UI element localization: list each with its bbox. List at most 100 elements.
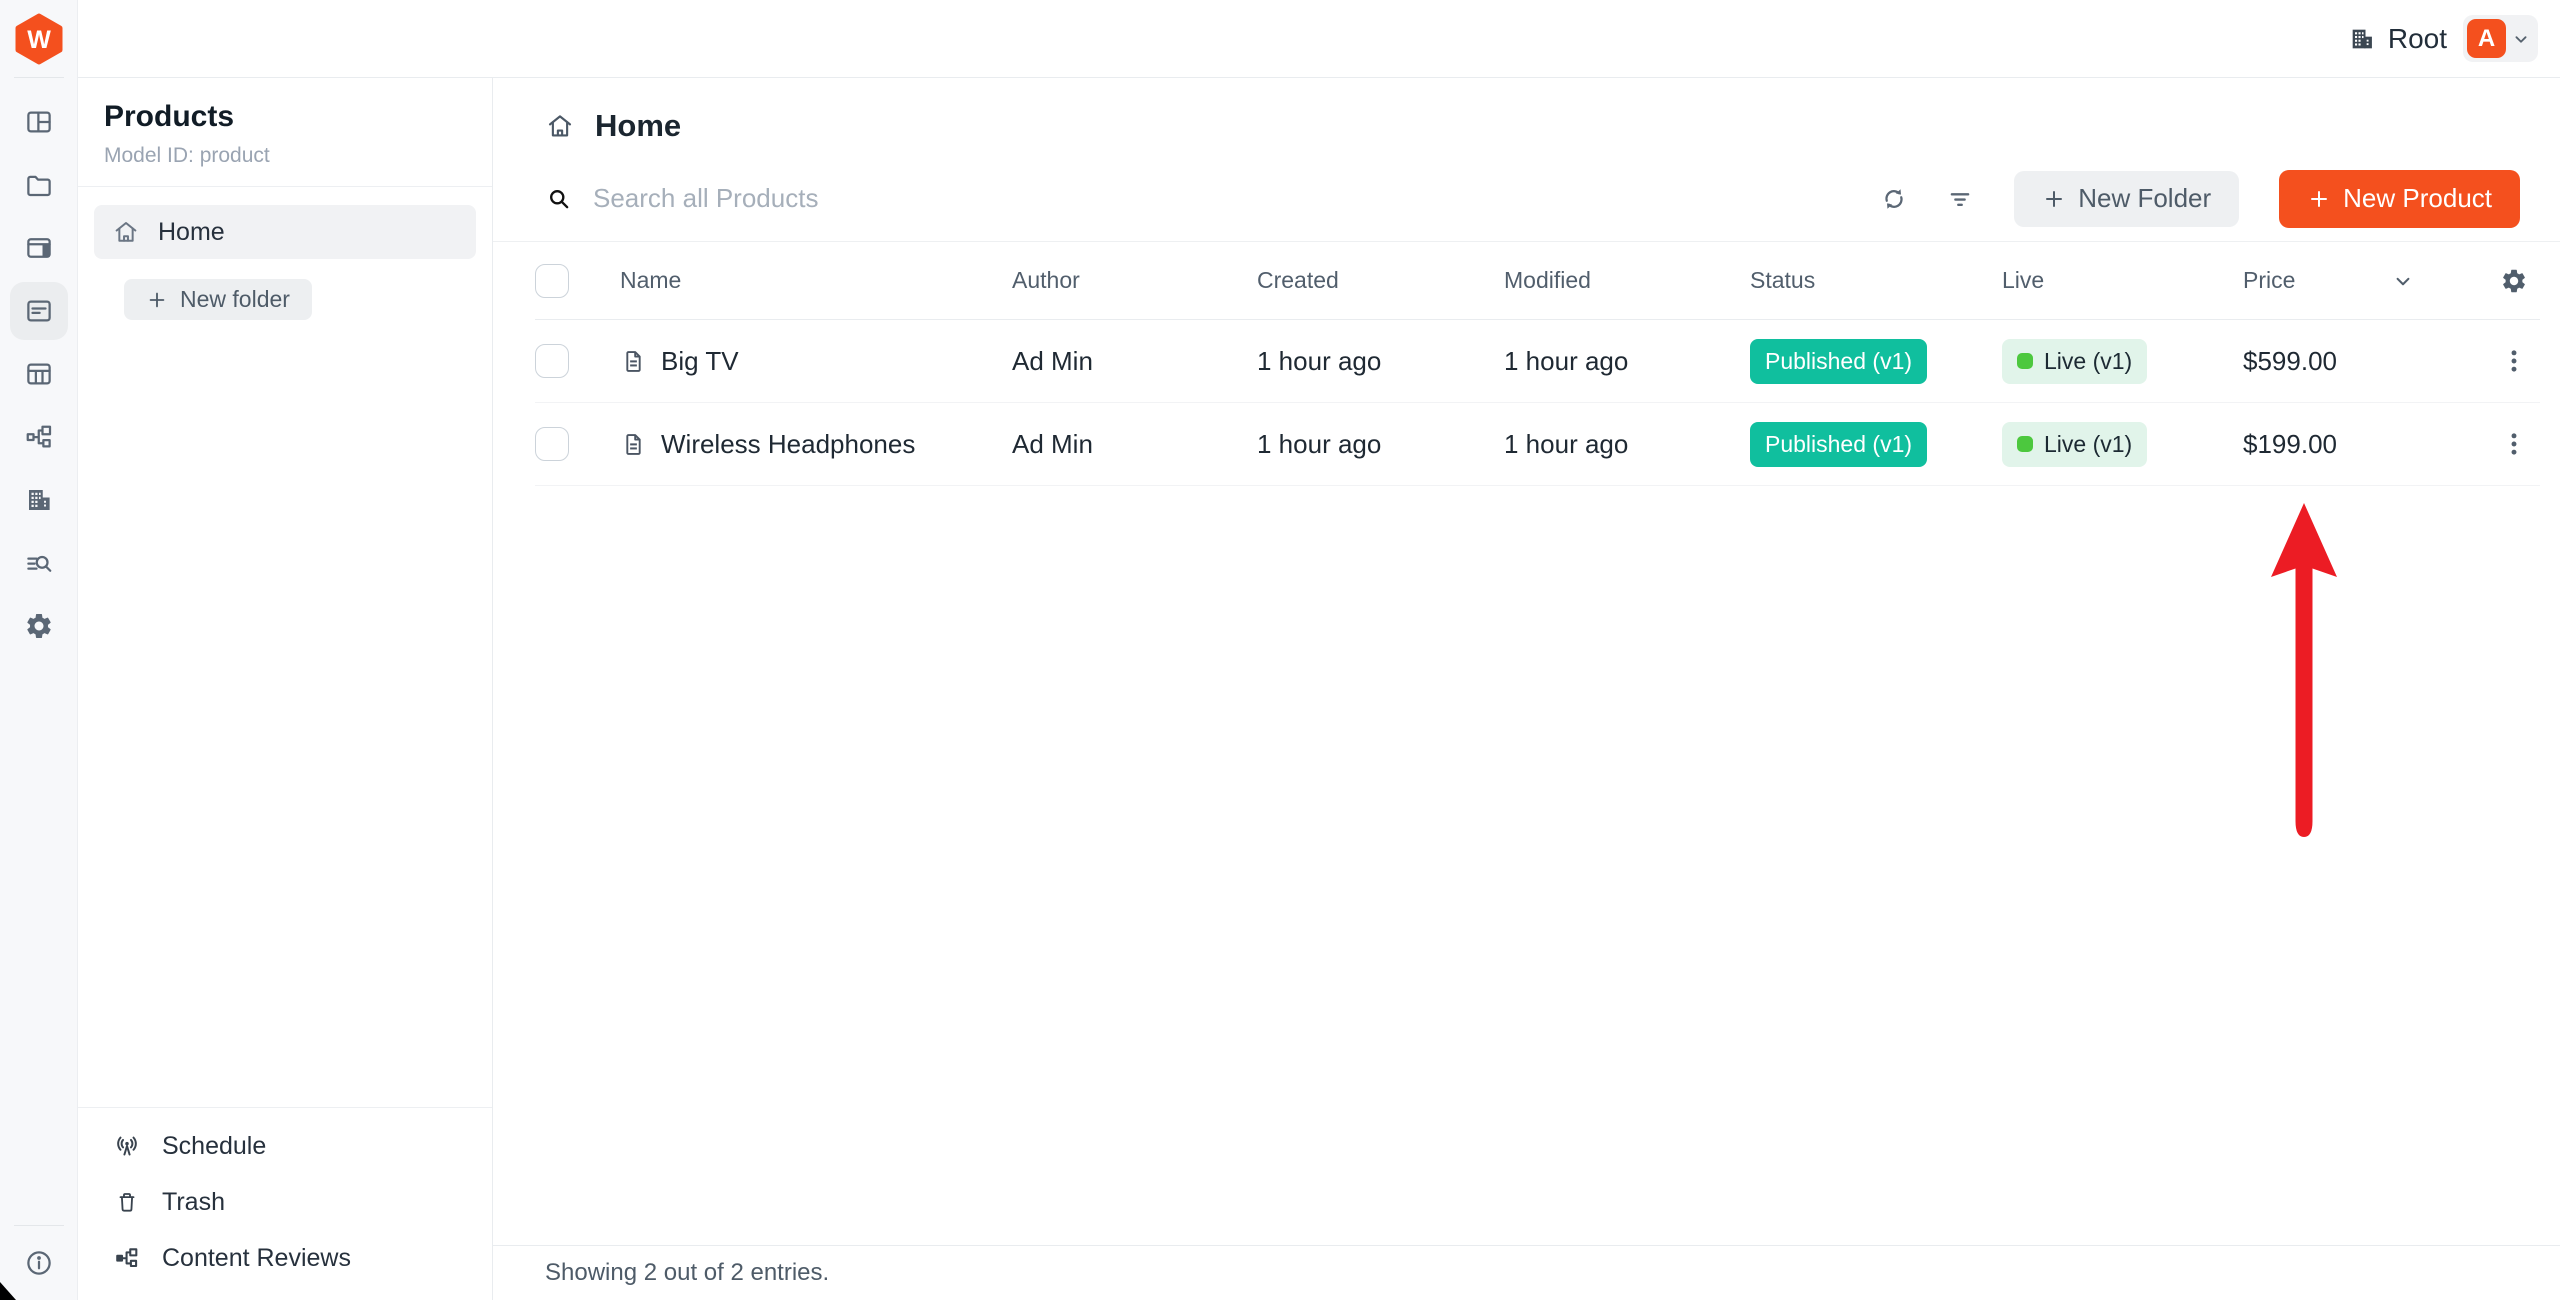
header-select-cell	[535, 264, 620, 298]
chevron-down-icon	[2510, 28, 2532, 50]
sidebar-item-trash[interactable]: Trash	[94, 1174, 476, 1230]
entry-price: $599.00	[2243, 346, 2426, 377]
home-icon	[545, 111, 575, 141]
entry-live-cell: Live (v1)	[2002, 339, 2243, 384]
entry-live-cell: Live (v1)	[2002, 422, 2243, 467]
row-actions-cell	[2426, 430, 2540, 458]
sidebar-header: Products Model ID: product	[78, 78, 492, 187]
new-product-button[interactable]: New Product	[2279, 170, 2520, 228]
select-all-checkbox[interactable]	[535, 264, 569, 298]
column-header-live[interactable]: Live	[2002, 267, 2243, 294]
entry-price: $199.00	[2243, 429, 2426, 460]
file-manager-icon[interactable]	[10, 156, 68, 214]
new-folder-sidebar-label: New folder	[180, 286, 290, 313]
svg-text:W: W	[27, 26, 51, 54]
breadcrumb: Home	[493, 78, 2560, 144]
new-folder-button-label: New Folder	[2078, 183, 2211, 214]
sidebar-item-label: Home	[158, 218, 225, 247]
sidebar-item-schedule[interactable]: Schedule	[94, 1118, 476, 1174]
info-icon[interactable]	[10, 1234, 68, 1292]
entry-created: 1 hour ago	[1257, 346, 1504, 377]
sidebar-item-content-reviews[interactable]: Content Reviews	[94, 1230, 476, 1286]
workspace-name: Root	[2388, 23, 2447, 55]
search-icon	[545, 185, 573, 213]
entry-name: Big TV	[661, 346, 739, 377]
column-header-modified[interactable]: Modified	[1504, 267, 1750, 294]
row-select-cell	[535, 427, 620, 461]
icon-rail: W	[0, 0, 78, 1300]
search-bar	[545, 183, 1854, 214]
filter-button[interactable]	[1934, 173, 1986, 225]
new-product-button-label: New Product	[2343, 183, 2492, 214]
kebab-menu-icon[interactable]	[2500, 347, 2528, 375]
rail-nav	[10, 88, 68, 655]
audit-logs-icon[interactable]	[10, 534, 68, 592]
refresh-button[interactable]	[1868, 173, 1920, 225]
avatar: A	[2467, 19, 2506, 58]
entry-name: Wireless Headphones	[661, 429, 915, 460]
rail-divider	[14, 77, 64, 78]
entry-created: 1 hour ago	[1257, 429, 1504, 460]
live-badge: Live (v1)	[2002, 339, 2147, 384]
home-icon	[112, 218, 140, 246]
column-header-status[interactable]: Status	[1750, 267, 2002, 294]
row-actions-cell	[2426, 347, 2540, 375]
sidebar-bottom: Schedule Trash Content Reviews	[78, 1107, 492, 1300]
sidebar-item-label: Trash	[162, 1188, 225, 1217]
chevron-down-icon[interactable]	[2390, 268, 2416, 294]
main-content: Home New Folder	[493, 78, 2560, 1300]
sidebar-item-label: Schedule	[162, 1132, 266, 1161]
page-builder-icon[interactable]	[10, 345, 68, 403]
entry-status-cell: Published (v1)	[1750, 422, 2002, 467]
user-menu[interactable]: A	[2463, 15, 2538, 62]
column-header-author[interactable]: Author	[1012, 267, 1257, 294]
plus-icon	[146, 289, 168, 311]
dashboard-icon[interactable]	[10, 93, 68, 151]
form-builder-icon[interactable]	[10, 219, 68, 277]
column-header-price[interactable]: Price	[2243, 267, 2426, 294]
table-footer: Showing 2 out of 2 entries.	[493, 1245, 2560, 1300]
broadcast-icon	[112, 1132, 142, 1160]
workflow-icon[interactable]	[10, 408, 68, 466]
entry-name-cell[interactable]: Big TV	[620, 346, 1012, 377]
sidebar-subtitle: Model ID: product	[104, 144, 466, 168]
sidebar-item-label: Content Reviews	[162, 1244, 351, 1273]
webiny-logo[interactable]: W	[13, 13, 65, 65]
status-badge: Published (v1)	[1750, 422, 1927, 467]
toolbar: New Folder New Product	[493, 156, 2560, 242]
top-bar: Root A	[78, 0, 2560, 78]
building-icon	[2348, 25, 2376, 53]
table-row[interactable]: Big TV Ad Min 1 hour ago 1 hour ago Publ…	[535, 320, 2540, 403]
entry-modified: 1 hour ago	[1504, 346, 1750, 377]
kebab-menu-icon[interactable]	[2500, 430, 2528, 458]
folder-tree: Home New folder	[78, 187, 492, 338]
plus-icon	[2307, 187, 2331, 211]
settings-icon[interactable]	[10, 597, 68, 655]
workspace-selector[interactable]: Root	[2348, 23, 2447, 55]
file-text-icon	[620, 348, 647, 375]
row-checkbox[interactable]	[535, 344, 569, 378]
new-folder-sidebar-button[interactable]: New folder	[124, 279, 312, 320]
table-settings-cell	[2426, 267, 2540, 295]
headless-cms-icon[interactable]	[10, 282, 68, 340]
tenant-manager-icon[interactable]	[10, 471, 68, 529]
search-input[interactable]	[593, 183, 1854, 214]
rail-bottom-divider	[14, 1225, 64, 1226]
column-header-name[interactable]: Name	[620, 267, 1012, 294]
cursor-artifact	[0, 1282, 16, 1300]
entry-modified: 1 hour ago	[1504, 429, 1750, 460]
row-select-cell	[535, 344, 620, 378]
live-dot-icon	[2017, 353, 2033, 369]
entry-name-cell[interactable]: Wireless Headphones	[620, 429, 1012, 460]
entry-status-cell: Published (v1)	[1750, 339, 2002, 384]
row-checkbox[interactable]	[535, 427, 569, 461]
table-row[interactable]: Wireless Headphones Ad Min 1 hour ago 1 …	[535, 403, 2540, 486]
sidebar-item-home[interactable]: Home	[94, 205, 476, 259]
page-title: Home	[595, 108, 681, 144]
entries-table: Name Author Created Modified Status Live…	[493, 242, 2560, 486]
column-header-created[interactable]: Created	[1257, 267, 1504, 294]
gear-icon[interactable]	[2500, 267, 2528, 295]
workflow-icon	[112, 1245, 142, 1271]
new-folder-button[interactable]: New Folder	[2014, 171, 2239, 227]
table-header-row: Name Author Created Modified Status Live…	[535, 242, 2540, 320]
